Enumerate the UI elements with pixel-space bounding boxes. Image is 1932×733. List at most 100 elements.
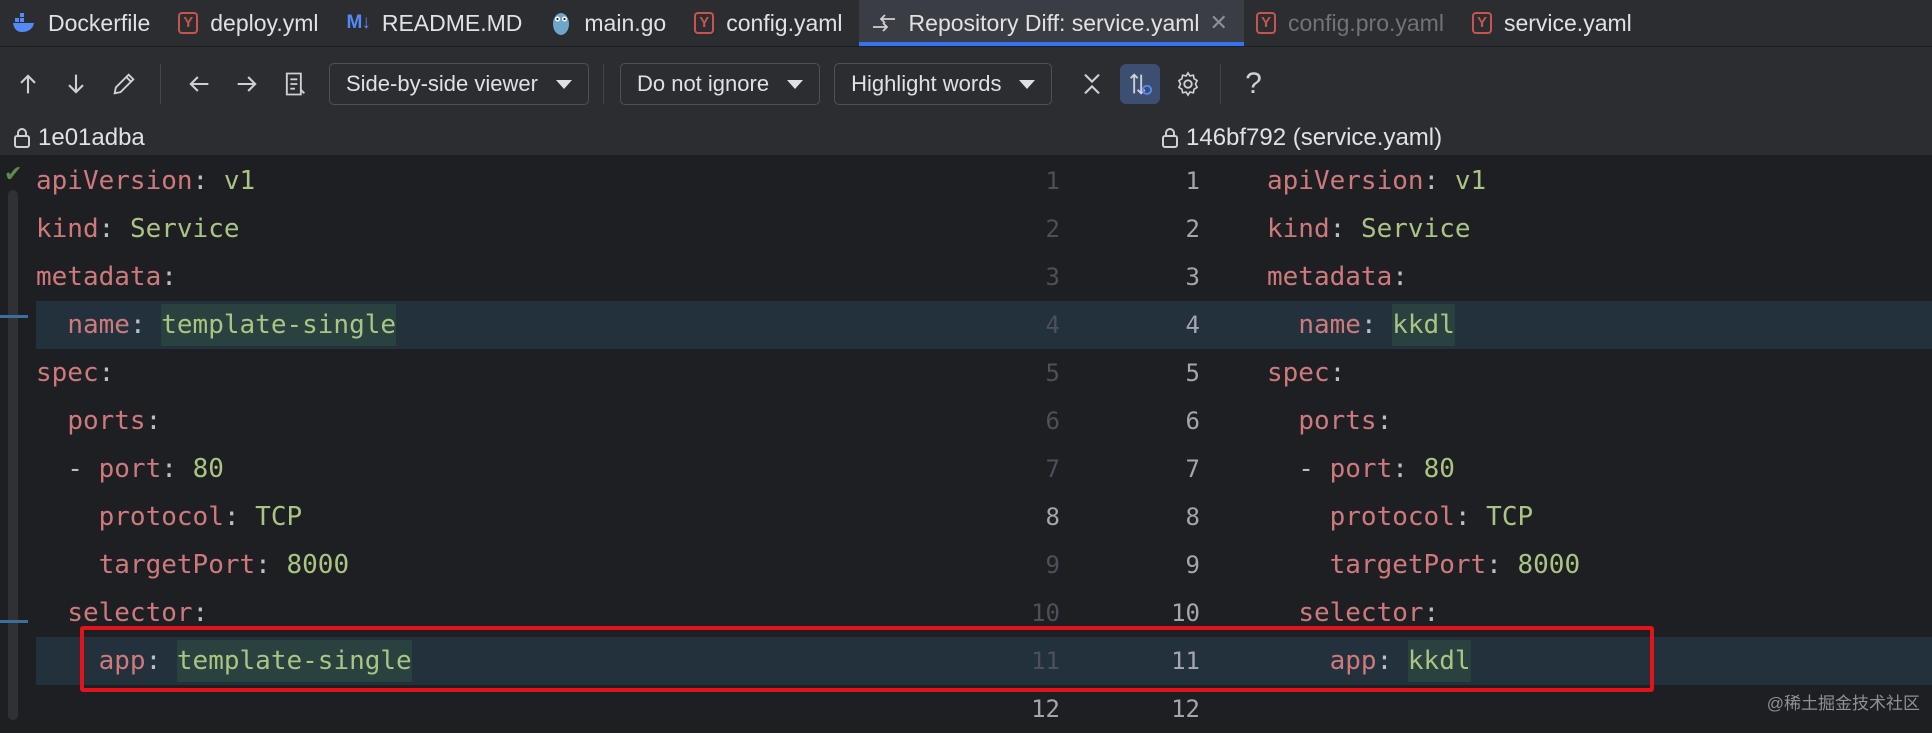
code-line[interactable]: spec: xyxy=(36,349,1000,397)
gutter-row: 88 xyxy=(1000,493,1242,541)
code-line[interactable]: kind: Service xyxy=(1242,205,1932,253)
yaml-value: TCP xyxy=(1486,502,1534,532)
left-line-number: 2 xyxy=(1045,215,1060,243)
previous-difference-button[interactable] xyxy=(8,64,48,104)
toolbar-separator xyxy=(1220,64,1222,104)
ignore-whitespace-dropdown[interactable]: Do not ignore xyxy=(619,63,821,105)
previous-file-button[interactable] xyxy=(179,64,219,104)
right-line-number: 8 xyxy=(1185,503,1200,531)
highlight-mode-dropdown[interactable]: Highlight words xyxy=(834,63,1053,105)
left-line-number: 11 xyxy=(1031,647,1060,675)
code-line[interactable]: apiVersion: v1 xyxy=(36,157,1000,205)
chevron-down-icon xyxy=(787,79,804,89)
code-line[interactable]: apiVersion: v1 xyxy=(1242,157,1932,205)
highlight-mode-label: Highlight words xyxy=(851,71,1002,96)
code-punctuation: : xyxy=(1486,550,1518,580)
yaml-key: name xyxy=(67,310,130,340)
code-line[interactable]: name: template-single xyxy=(36,301,1000,349)
code-punctuation xyxy=(36,310,67,340)
code-line[interactable]: kind: Service xyxy=(36,205,1000,253)
edit-source-button[interactable] xyxy=(104,64,144,104)
gutter-row: 44 xyxy=(1000,301,1242,349)
code-punctuation: : xyxy=(255,550,287,580)
yaml-key: kind xyxy=(1267,214,1330,244)
right-line-number: 9 xyxy=(1185,551,1200,579)
tab-label: Repository Diff: service.yaml xyxy=(908,9,1200,36)
change-marker xyxy=(0,620,28,623)
gutter-row: 33 xyxy=(1000,253,1242,301)
code-line[interactable]: app: template-single xyxy=(36,637,1000,685)
code-line[interactable]: app: kkdl xyxy=(1242,637,1932,685)
yaml-value: 8000 xyxy=(286,550,350,580)
code-punctuation xyxy=(36,646,99,676)
code-line[interactable]: protocol: TCP xyxy=(1242,493,1932,541)
code-punctuation: : xyxy=(1376,646,1408,676)
code-line[interactable]: spec: xyxy=(1242,349,1932,397)
yaml-key: ports xyxy=(1298,406,1377,436)
code-punctuation: : xyxy=(1454,502,1487,532)
yaml-key: kind xyxy=(36,214,99,244)
yaml-key: apiVersion xyxy=(36,166,193,196)
viewer-mode-dropdown[interactable]: Side-by-side viewer xyxy=(329,63,589,105)
code-punctuation: : xyxy=(1392,454,1424,484)
yaml-key: metadata xyxy=(36,262,162,292)
yaml-icon: Y xyxy=(178,12,199,34)
tab-label: config.yaml xyxy=(726,9,843,36)
tab-config-yaml[interactable]: Yconfig.yaml xyxy=(682,0,858,46)
tab-config-pro-yaml[interactable]: Yconfig.pro.yaml xyxy=(1244,0,1460,46)
line-number-gutter: 1 1 2 2 3 3 4 4 5 5 6 6 7 7 8 8 9 9 10 10 11 11 12 12 xyxy=(1000,155,1242,723)
code-punctuation: : xyxy=(145,646,177,676)
code-line[interactable]: targetPort: 8000 xyxy=(36,541,1000,589)
help-button[interactable]: ? xyxy=(1233,64,1273,104)
code-line[interactable]: metadata: xyxy=(36,253,1000,301)
tab-main-go[interactable]: main.go xyxy=(538,0,682,46)
gutter-row: 12 12 xyxy=(1000,685,1242,733)
code-line[interactable]: - port: 80 xyxy=(36,445,1000,493)
next-difference-button[interactable] xyxy=(56,64,96,104)
yaml-icon: Y xyxy=(1255,12,1276,34)
file-list-button[interactable] xyxy=(275,64,315,104)
code-line[interactable]: selector: xyxy=(1242,589,1932,637)
left-scrollbar[interactable] xyxy=(8,190,18,720)
tab-repository-diff-service-yaml[interactable]: Repository Diff: service.yaml ✕ xyxy=(858,0,1245,46)
code-line[interactable]: ports: xyxy=(36,397,1000,445)
next-file-button[interactable] xyxy=(227,64,267,104)
tab-label: config.pro.yaml xyxy=(1287,9,1444,36)
tab-label: Dockerfile xyxy=(48,9,151,36)
code-line[interactable]: targetPort: 8000 xyxy=(1242,541,1932,589)
right-editor[interactable]: apiVersion: v1 kind: Service metadata: nam… xyxy=(1242,155,1932,722)
code-line[interactable]: protocol: TCP xyxy=(36,493,1000,541)
yaml-key: selector xyxy=(1298,598,1424,628)
yaml-value: v1 xyxy=(223,166,256,196)
yaml-value: v1 xyxy=(1454,166,1487,196)
left-line-number: 4 xyxy=(1045,311,1060,339)
close-icon[interactable]: ✕ xyxy=(1210,10,1228,36)
tab-service-yaml[interactable]: Yservice.yaml xyxy=(1460,0,1648,46)
yaml-key: metadata xyxy=(1267,262,1393,292)
synchronize-scrolling-button[interactable] xyxy=(1120,64,1161,104)
sync-scroll-icon xyxy=(1130,73,1153,95)
code-line[interactable]: selector: xyxy=(36,589,1000,637)
code-line[interactable]: - port: 80 xyxy=(1242,445,1932,493)
gutter-row: 99 xyxy=(1000,541,1242,589)
right-line-number: 7 xyxy=(1185,455,1200,483)
tab-readme-md[interactable]: M↓ README.MD xyxy=(335,0,539,46)
arrow-up-icon xyxy=(20,74,36,94)
left-line-number: 9 xyxy=(1045,551,1060,579)
code-line[interactable]: metadata: xyxy=(1242,253,1932,301)
tab-deploy-yml[interactable]: Ydeploy.yml xyxy=(166,0,334,46)
yaml-key: targetPort xyxy=(98,550,256,580)
code-punctuation: : xyxy=(192,166,224,196)
help-label: ? xyxy=(1245,67,1262,100)
settings-button[interactable] xyxy=(1168,64,1208,104)
code-line[interactable]: name: kkdl xyxy=(1242,301,1932,349)
lock-icon xyxy=(1160,126,1180,150)
tab-dockerfile[interactable]: Dockerfile xyxy=(0,0,166,46)
left-revision-label: 1e01adba xyxy=(38,124,145,151)
left-line-number: 8 xyxy=(1045,503,1060,531)
code-punctuation xyxy=(1267,310,1298,340)
document-list-icon xyxy=(285,72,305,96)
code-line[interactable]: ports: xyxy=(1242,397,1932,445)
left-editor[interactable]: apiVersion: v1 kind: Service metadata: nam… xyxy=(36,155,1000,722)
collapse-unchanged-button[interactable] xyxy=(1072,64,1112,104)
